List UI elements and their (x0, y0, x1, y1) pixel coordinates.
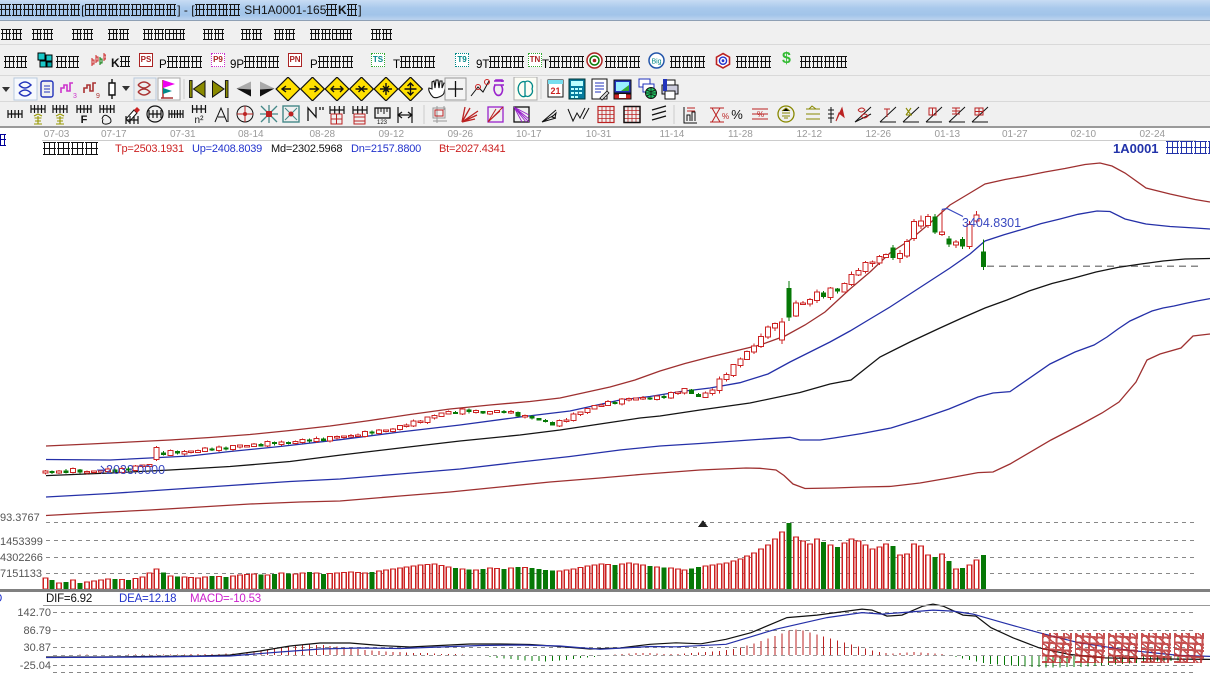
svg-text:123: 123 (377, 120, 388, 126)
svg-text:9: 9 (96, 93, 100, 100)
svg-text:%: % (757, 110, 764, 119)
svg-text:%: % (722, 112, 729, 121)
svg-text:21: 21 (550, 86, 560, 96)
svg-text:%: % (731, 107, 743, 122)
svg-text:n²: n² (195, 115, 205, 126)
svg-text:F: F (81, 114, 88, 126)
svg-text:3: 3 (73, 93, 77, 100)
svg-text:Big: Big (651, 59, 661, 66)
